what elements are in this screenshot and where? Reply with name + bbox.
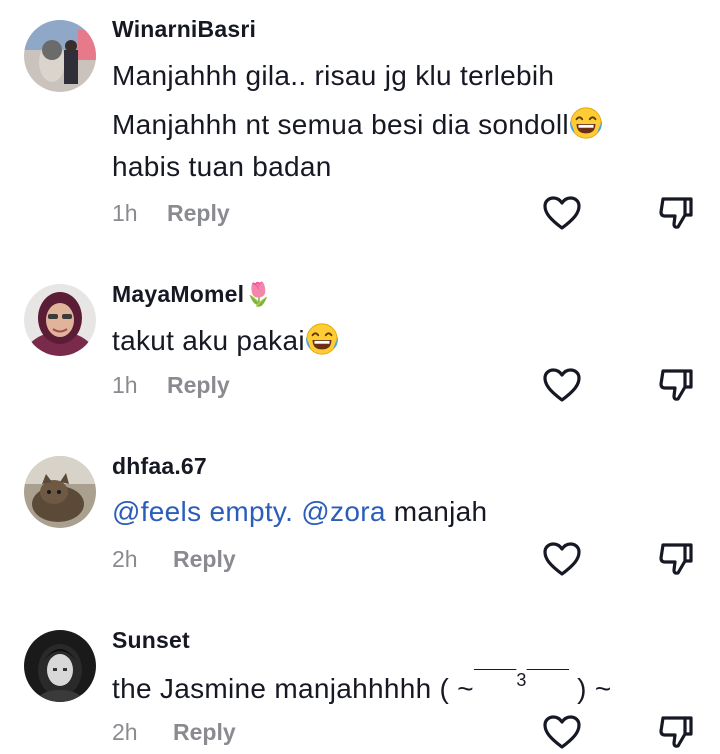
comment-text: the Jasmine manjahhhhh ( ~ xyxy=(112,673,474,704)
heart-icon[interactable] xyxy=(542,714,582,750)
username-text[interactable]: WinarniBasri xyxy=(112,16,256,42)
username-text[interactable]: dhfaa.67 xyxy=(112,453,207,479)
comment-text: takut aku pakai xyxy=(112,325,305,356)
kaomoji-part: 3 xyxy=(516,670,527,690)
username[interactable]: Sunset xyxy=(112,627,190,654)
reply-button[interactable]: Reply xyxy=(167,200,230,227)
heart-icon[interactable] xyxy=(542,367,582,403)
comment-text-line: Manjahhh gila.. risau jg klu terlebih xyxy=(112,60,555,91)
heart-icon[interactable] xyxy=(542,541,582,577)
thumbs-down-icon[interactable] xyxy=(657,367,697,403)
username[interactable]: MayaMomel🌷 xyxy=(112,281,273,308)
kaomoji-part xyxy=(474,670,516,690)
timestamp: 1h xyxy=(112,200,138,226)
tulip-emoji-icon: 🌷 xyxy=(244,281,274,307)
avatar[interactable] xyxy=(24,630,96,702)
reply-button[interactable]: Reply xyxy=(173,546,236,573)
comment-text-line: @feels empty. @zora manjah xyxy=(112,496,487,528)
comment-text-line: habis tuan badan xyxy=(112,151,332,182)
laughing-emoji-icon xyxy=(305,322,339,356)
thumbs-down-icon[interactable] xyxy=(657,195,697,231)
username-text[interactable]: Sunset xyxy=(112,627,190,653)
comment-text-line: the Jasmine manjahhhhh ( ~ 3 ) ~ xyxy=(112,670,612,705)
username[interactable]: WinarniBasri xyxy=(112,16,256,43)
avatar[interactable] xyxy=(24,456,96,528)
comment-text: Manjahhh nt semua besi dia sondoll xyxy=(112,109,569,140)
reply-button[interactable]: Reply xyxy=(167,372,230,399)
comment-text-line: Manjahhh nt semua besi dia sondoll xyxy=(112,106,603,141)
username-text[interactable]: MayaMomel xyxy=(112,281,244,307)
username[interactable]: dhfaa.67 xyxy=(112,453,207,480)
avatar[interactable] xyxy=(24,20,96,92)
comment-text-line: takut aku pakai xyxy=(112,322,339,357)
timestamp: 1h xyxy=(112,372,138,398)
mention-link[interactable]: @zora xyxy=(301,496,385,527)
timestamp: 2h xyxy=(112,719,138,745)
reply-button[interactable]: Reply xyxy=(173,719,236,746)
avatar[interactable] xyxy=(24,284,96,356)
thumbs-down-icon[interactable] xyxy=(657,714,697,750)
comment-text: manjah xyxy=(393,496,488,527)
comment-text: ) ~ xyxy=(577,673,612,704)
heart-icon[interactable] xyxy=(542,195,582,231)
laughing-emoji-icon xyxy=(569,106,603,140)
thumbs-down-icon[interactable] xyxy=(657,541,697,577)
mention-link[interactable]: @feels empty. xyxy=(112,496,293,527)
kaomoji-part xyxy=(527,670,569,690)
timestamp: 2h xyxy=(112,546,138,572)
